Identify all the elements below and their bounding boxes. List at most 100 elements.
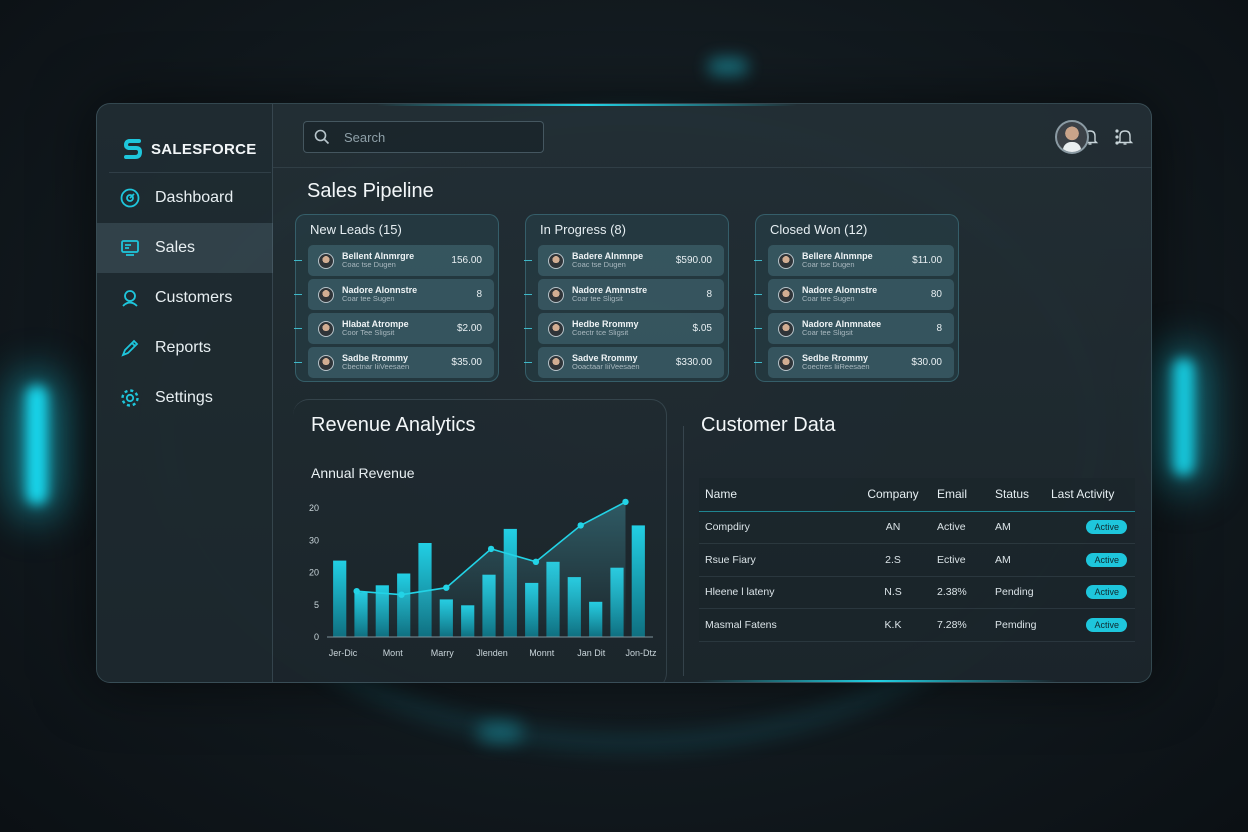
cell-email: 2.38%: [937, 576, 995, 609]
card-subtitle: Coac tse Dugen: [572, 260, 626, 270]
revenue-title: Revenue Analytics: [311, 414, 476, 436]
pipeline-card[interactable]: Hedbe Rrommy Coectr tce Sligsit $.05: [524, 313, 724, 344]
cell-status: Pending: [995, 576, 1051, 609]
avatar[interactable]: [1055, 120, 1089, 154]
x-tick-label: Jon-Dtz: [625, 648, 657, 658]
revenue-subtitle: Annual Revenue: [311, 465, 415, 481]
pipeline-card[interactable]: Nadore Amnnstre Coar tee Sligsit 8: [524, 279, 724, 310]
cell-email: 7.28%: [937, 608, 995, 642]
line-point: [443, 584, 450, 591]
avatar: [548, 320, 564, 337]
column-header-status[interactable]: Status: [995, 478, 1051, 512]
avatar: [548, 252, 564, 269]
dashboard-icon: [119, 187, 141, 209]
cell-name: Rsue Fiary: [699, 543, 849, 577]
avatar: [548, 354, 564, 371]
avatar: [778, 286, 794, 303]
pipeline-column-title: New Leads (15): [310, 222, 402, 237]
column-header-company[interactable]: Company: [849, 478, 937, 512]
x-tick-label: Mont: [383, 648, 404, 658]
table-row[interactable]: Masmal Fatens K.K 7.28% Pemding Active: [699, 608, 1135, 642]
table-row[interactable]: Rsue Fiary 2.S Ective AM Active: [699, 543, 1135, 577]
sidebar-item-reports[interactable]: Reports: [97, 323, 273, 373]
sidebar-item-dashboard[interactable]: Dashboard: [97, 173, 273, 223]
pipeline-card[interactable]: Sadbe Rrommy Cbectnar IiiVeesaen $35.00: [294, 347, 494, 378]
cell-name: Compdiry: [699, 511, 849, 544]
card-value: $.05: [692, 323, 712, 334]
pipeline-column-title: Closed Won (12): [770, 222, 868, 237]
card-subtitle: Coor Tee Sligsit: [342, 328, 395, 338]
card-subtitle: Ooactaar IiiVeesaen: [572, 362, 640, 372]
pipeline-card[interactable]: Nadore Alonnstre Coar tee Sugen 80: [754, 279, 954, 310]
column-header-name[interactable]: Name: [699, 478, 849, 512]
pipeline-card[interactable]: Badere Alnmnpe Coac tse Dugen $590.00: [524, 245, 724, 276]
card-subtitle: Coar tse Dugen: [802, 260, 855, 270]
background-glow: [26, 385, 48, 505]
line-point: [353, 588, 360, 595]
avatar: [778, 252, 794, 269]
sidebar-item-sales[interactable]: Sales: [97, 223, 273, 273]
column-header-last-activity[interactable]: Last Activity: [1051, 478, 1135, 512]
search-icon: [314, 129, 330, 145]
background-glow: [478, 722, 522, 742]
card-value: $35.00: [451, 357, 482, 368]
sidebar-item-label: Customers: [155, 289, 233, 306]
table-row[interactable]: Compdiry AN Active AM Active: [699, 511, 1135, 544]
x-tick-label: Jer-Dic: [329, 648, 358, 658]
pipeline-title: Sales Pipeline: [307, 180, 434, 202]
pipeline-column-closed-won: Closed Won (12) Bellere Alnmnpe Coar tse …: [754, 214, 959, 382]
sidebar-item-settings[interactable]: Settings: [97, 373, 273, 423]
customers-icon: [119, 287, 141, 309]
search-input[interactable]: [344, 129, 524, 145]
more-vertical-icon[interactable]: [1111, 128, 1123, 146]
sidebar-nav: Dashboard Sales Customers Reports Settin…: [97, 172, 273, 423]
sidebar-item-customers[interactable]: Customers: [97, 273, 273, 323]
card-value: 8: [706, 289, 712, 300]
pipeline-card[interactable]: Bellere Alnmnpe Coar tse Dugen $11.00: [754, 245, 954, 276]
pipeline-card[interactable]: Hlabat Atrompe Coor Tee Sligsit $2.00: [294, 313, 494, 344]
pipeline-card[interactable]: Nadore Alnmnatee Coar tee Sligsit 8: [754, 313, 954, 344]
line-point: [487, 545, 495, 553]
y-tick-label: 20: [309, 568, 319, 578]
pipeline-column-new-leads: New Leads (15) Bellent Alnmrgre Coac tse …: [294, 214, 499, 382]
topbar: [273, 104, 1151, 168]
line-point: [577, 522, 584, 529]
card-value: 156.00: [451, 255, 482, 266]
column-header-email[interactable]: Email: [937, 478, 995, 512]
pipeline-column-title: In Progress (8): [540, 222, 626, 237]
line-point: [532, 558, 540, 565]
reports-icon: [119, 337, 141, 359]
line-point: [398, 591, 405, 598]
cell-name: Masmal Fatens: [699, 608, 849, 642]
avatar: [548, 286, 564, 303]
y-tick-label: 20: [309, 503, 319, 513]
sales-icon: [119, 237, 141, 259]
pipeline-card[interactable]: Sadve Rrommy Ooactaar IiiVeesaen $330.00: [524, 347, 724, 378]
cell-company: 2.S: [849, 543, 937, 577]
status-badge: Active: [1086, 617, 1127, 632]
card-subtitle: Coectr tce Sligsit: [572, 328, 629, 338]
table-row[interactable]: Hleene l lateny N.S 2.38% Pending Active: [699, 576, 1135, 609]
brand[interactable]: SALESFORCE: [97, 104, 272, 172]
pipeline-card[interactable]: Sedbe Rrommy Coectres IiiReesaen $30.00: [754, 347, 954, 378]
app-window: SALESFORCE Dashboard Sales Customers Rep…: [96, 103, 1152, 683]
logo-icon: [123, 139, 143, 159]
card-subtitle: Coectres IiiReesaen: [802, 362, 870, 372]
status-badge: Active: [1086, 585, 1127, 600]
card-subtitle: Cbectnar IiiVeesaen: [342, 362, 410, 372]
card-value: $11.00: [912, 255, 942, 266]
search-box[interactable]: [303, 121, 544, 153]
pipeline-card[interactable]: Nadore Alonnstre Coar tee Sugen 8: [294, 279, 494, 310]
x-tick-label: Jlenden: [476, 648, 508, 658]
card-subtitle: Coar tee Sugen: [342, 294, 395, 304]
cell-company: K.K: [849, 608, 937, 642]
line-point: [622, 498, 629, 506]
avatar: [778, 320, 794, 337]
pipeline-card[interactable]: Bellent Alnmrgre Coac tse Dugen 156.00: [294, 245, 494, 276]
table-header-row: Name Company Email Status Last Activity: [699, 478, 1135, 512]
sidebar-item-label: Settings: [155, 389, 213, 406]
y-tick-label: 30: [309, 535, 319, 545]
cell-status: AM: [995, 511, 1051, 544]
card-subtitle: Coar tee Sligsit: [802, 328, 853, 338]
sidebar-item-label: Reports: [155, 339, 212, 356]
